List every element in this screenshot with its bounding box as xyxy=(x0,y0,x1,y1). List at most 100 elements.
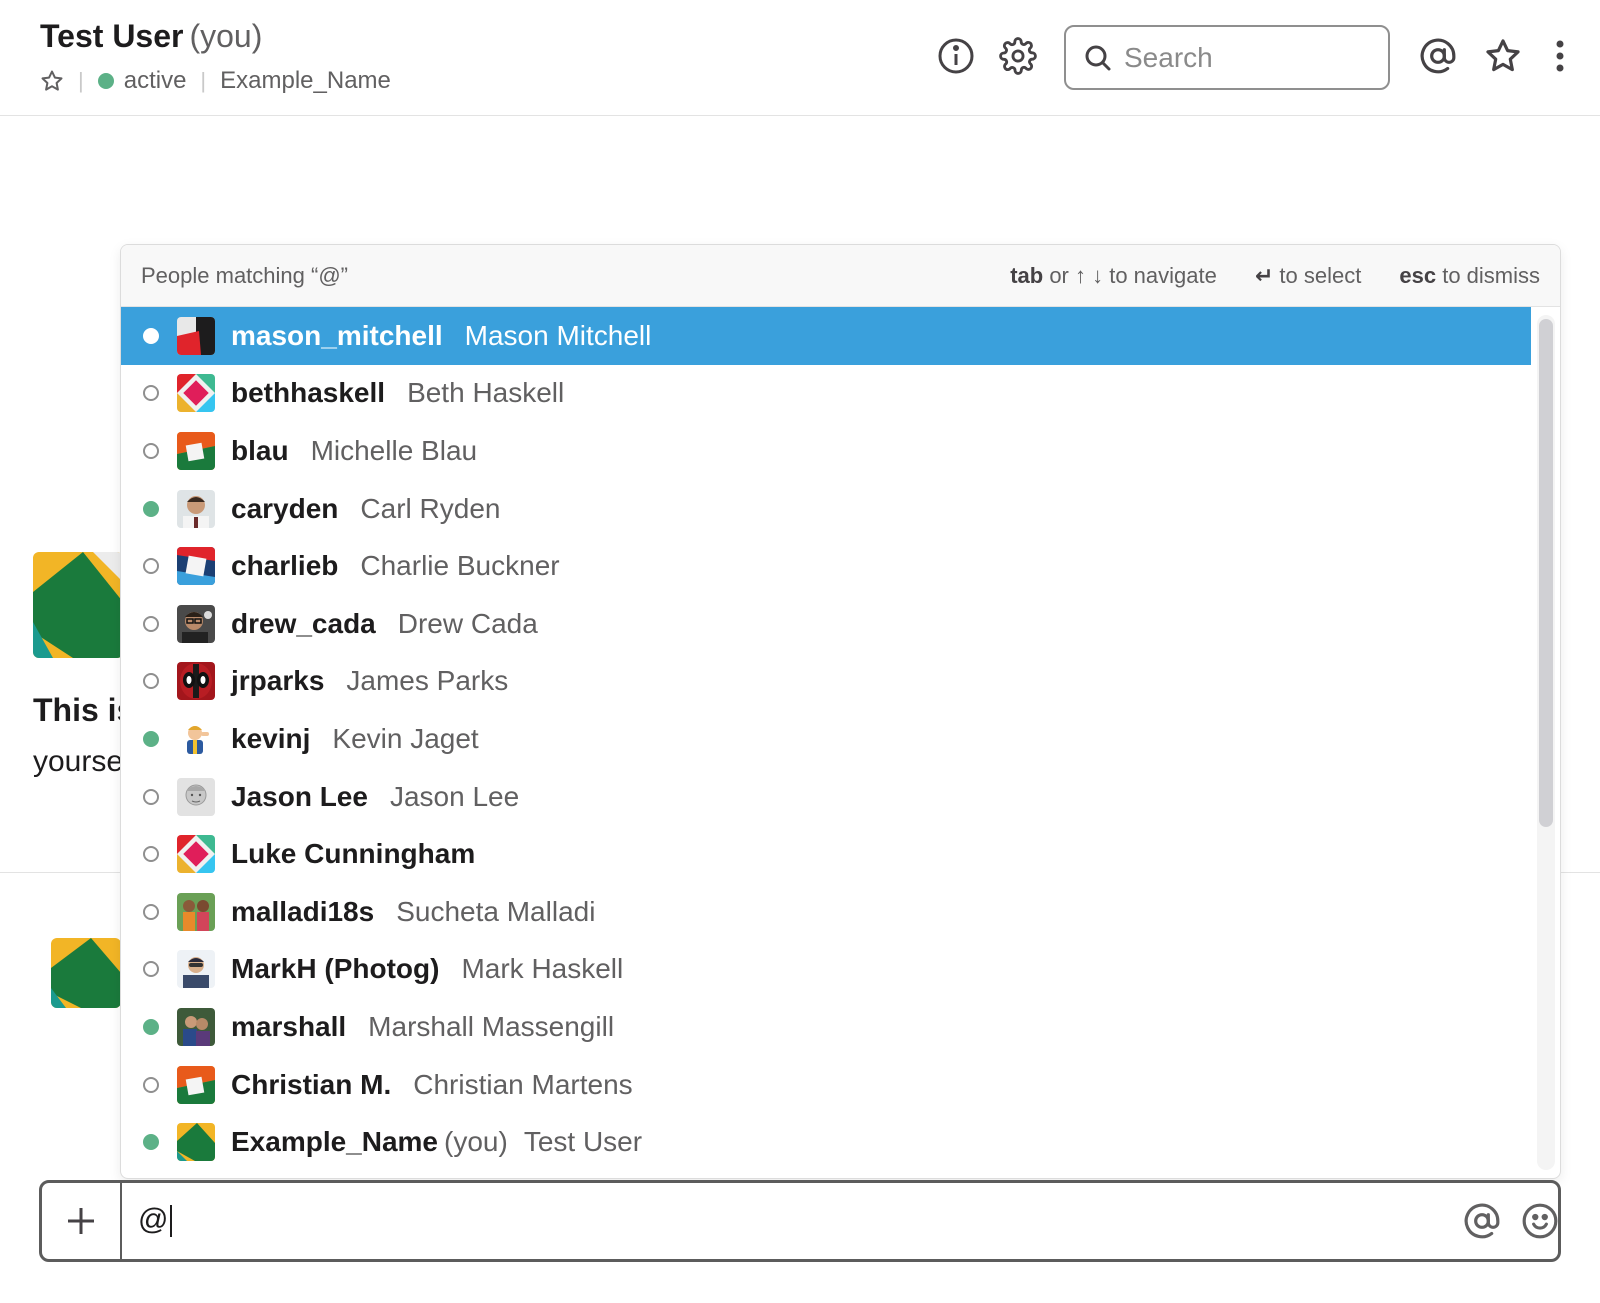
intro-subtext: yourse xyxy=(33,745,124,778)
separator: | xyxy=(78,68,84,93)
person-row[interactable]: marshall Marshall Massengill xyxy=(121,998,1531,1056)
channel-avatar xyxy=(33,552,123,658)
status-text: active xyxy=(123,67,187,94)
avatar xyxy=(177,547,215,586)
avatar xyxy=(177,431,215,470)
person-row[interactable]: MarkH (Photog) Mark Haskell xyxy=(121,941,1531,999)
person-row[interactable]: jrparks James Parks xyxy=(121,653,1531,711)
star-icon[interactable] xyxy=(1483,36,1523,76)
header-meta: | active | Example_Name xyxy=(40,66,391,96)
person-handle: charlieb xyxy=(231,550,339,582)
message-avatar xyxy=(51,938,121,1008)
person-full-name: Beth Haskell xyxy=(407,377,565,409)
you-label: (you) xyxy=(444,1126,508,1158)
away-status-icon xyxy=(143,961,159,978)
info-icon[interactable] xyxy=(936,36,976,76)
away-status-icon xyxy=(143,615,159,632)
avatar xyxy=(177,662,215,701)
online-status-icon xyxy=(143,500,159,517)
attach-button[interactable] xyxy=(42,1183,122,1259)
presence-dot-icon xyxy=(97,73,114,89)
display-name: Example_Name xyxy=(220,67,391,94)
search-icon xyxy=(1084,44,1112,72)
avatar xyxy=(177,489,215,528)
person-full-name: Mark Haskell xyxy=(461,953,624,985)
at-icon[interactable] xyxy=(1462,1201,1502,1241)
you-label: (you) xyxy=(189,18,263,54)
person-handle: caryden xyxy=(231,492,339,524)
away-status-icon xyxy=(143,673,159,690)
person-handle: Jason Lee xyxy=(231,780,368,812)
person-handle: mason_mitchell xyxy=(231,319,443,351)
person-row[interactable]: Luke Cunningham xyxy=(121,825,1531,883)
emoji-icon[interactable] xyxy=(1520,1201,1560,1241)
away-status-icon xyxy=(143,558,159,575)
message-input[interactable]: @ xyxy=(138,1203,173,1238)
person-row[interactable]: Example_Name (you) Test User xyxy=(121,1113,1531,1171)
message-composer: @ xyxy=(39,1180,1561,1262)
avatar xyxy=(177,835,215,874)
avatar xyxy=(177,719,215,758)
select-hint: ↵ to select xyxy=(1254,262,1362,288)
online-status-icon xyxy=(143,327,159,344)
scrollbar-thumb[interactable] xyxy=(1539,319,1553,827)
away-status-icon xyxy=(143,903,159,920)
person-row[interactable]: Jason Lee Jason Lee xyxy=(121,768,1531,826)
dismiss-hint: esc to dismiss xyxy=(1399,262,1540,288)
person-full-name: Drew Cada xyxy=(397,607,538,639)
person-full-name: Michelle Blau xyxy=(310,434,478,466)
online-status-icon xyxy=(143,1134,159,1151)
person-row[interactable]: blau Michelle Blau xyxy=(121,422,1531,480)
person-full-name: Kevin Jaget xyxy=(332,722,479,754)
online-status-icon xyxy=(143,1018,159,1035)
person-handle: Example_Name xyxy=(231,1126,439,1158)
person-row[interactable]: malladi18s Sucheta Malladi xyxy=(121,883,1531,941)
person-row[interactable]: bethhaskell Beth Haskell xyxy=(121,365,1531,423)
person-full-name: Carl Ryden xyxy=(360,492,501,524)
person-handle: drew_cada xyxy=(231,607,376,639)
person-handle: kevinj xyxy=(231,722,311,754)
autocomplete-title: People matching “@” xyxy=(141,262,348,288)
channel-title[interactable]: Test User (you) xyxy=(40,18,262,55)
person-handle: MarkH (Photog) xyxy=(231,953,440,985)
person-row[interactable]: drew_cada Drew Cada xyxy=(121,595,1531,653)
person-full-name: Christian Martens xyxy=(413,1068,633,1100)
at-icon[interactable] xyxy=(1418,36,1458,76)
person-row[interactable]: charlieb Charlie Buckner xyxy=(121,537,1531,595)
person-full-name: Sucheta Malladi xyxy=(396,895,596,927)
avatar xyxy=(177,374,215,413)
search-box[interactable] xyxy=(1064,25,1390,90)
person-row[interactable]: mason_mitchell Mason Mitchell xyxy=(121,307,1531,365)
away-status-icon xyxy=(143,385,159,402)
person-full-name: James Parks xyxy=(346,665,509,697)
away-status-icon xyxy=(143,788,159,805)
avatar xyxy=(177,777,215,816)
mention-autocomplete: People matching “@” tab or ↑ ↓ to naviga… xyxy=(120,244,1561,1179)
star-icon[interactable] xyxy=(40,69,64,93)
person-full-name: Mason Mitchell xyxy=(464,319,652,351)
away-status-icon xyxy=(143,846,159,863)
person-row[interactable]: kevinj Kevin Jaget xyxy=(121,710,1531,768)
person-full-name: Marshall Massengill xyxy=(368,1010,615,1042)
text-caret xyxy=(170,1205,173,1238)
people-list: mason_mitchell Mason Mitchell bethhaskell B… xyxy=(121,307,1531,1178)
away-status-icon xyxy=(143,442,159,459)
gear-icon[interactable] xyxy=(998,36,1038,76)
person-handle: malladi18s xyxy=(231,895,375,927)
person-full-name: Charlie Buckner xyxy=(360,550,560,582)
person-handle: Christian M. xyxy=(231,1068,392,1100)
plus-icon xyxy=(65,1205,97,1237)
search-input[interactable] xyxy=(1124,41,1364,74)
person-row[interactable]: caryden Carl Ryden xyxy=(121,480,1531,538)
more-icon[interactable] xyxy=(1540,36,1580,76)
person-handle: bethhaskell xyxy=(231,377,386,409)
avatar xyxy=(177,316,215,355)
channel-header: Test User (you) | active | Example_Name xyxy=(0,0,1600,116)
separator: | xyxy=(200,68,207,93)
navigate-hint: tab or ↑ ↓ to navigate xyxy=(1010,262,1217,288)
autocomplete-header: People matching “@” tab or ↑ ↓ to naviga… xyxy=(121,245,1560,307)
avatar xyxy=(177,950,215,989)
person-handle: marshall xyxy=(231,1010,347,1042)
person-row[interactable]: Christian M. Christian Martens xyxy=(121,1056,1531,1114)
avatar xyxy=(177,1065,215,1104)
